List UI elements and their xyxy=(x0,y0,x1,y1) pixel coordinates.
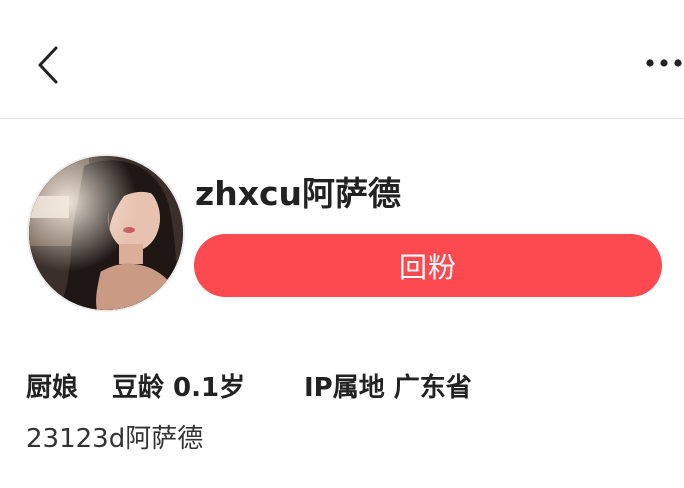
follow-back-button[interactable]: 回粉 xyxy=(194,234,662,297)
back-button[interactable] xyxy=(28,42,68,88)
more-options-button[interactable] xyxy=(640,52,684,74)
profile-bio: 23123d阿萨德 xyxy=(26,424,204,454)
avatar[interactable] xyxy=(27,154,185,312)
username: zhxcu阿萨德 xyxy=(195,174,402,213)
chevron-left-icon xyxy=(38,46,58,84)
ip-location: IP属地 广东省 xyxy=(304,373,472,403)
more-horizontal-icon xyxy=(646,59,682,67)
account-age: 豆龄 0.1岁 xyxy=(112,373,246,403)
top-navigation-bar xyxy=(0,0,684,119)
profile-tag: 厨娘 xyxy=(26,373,79,403)
